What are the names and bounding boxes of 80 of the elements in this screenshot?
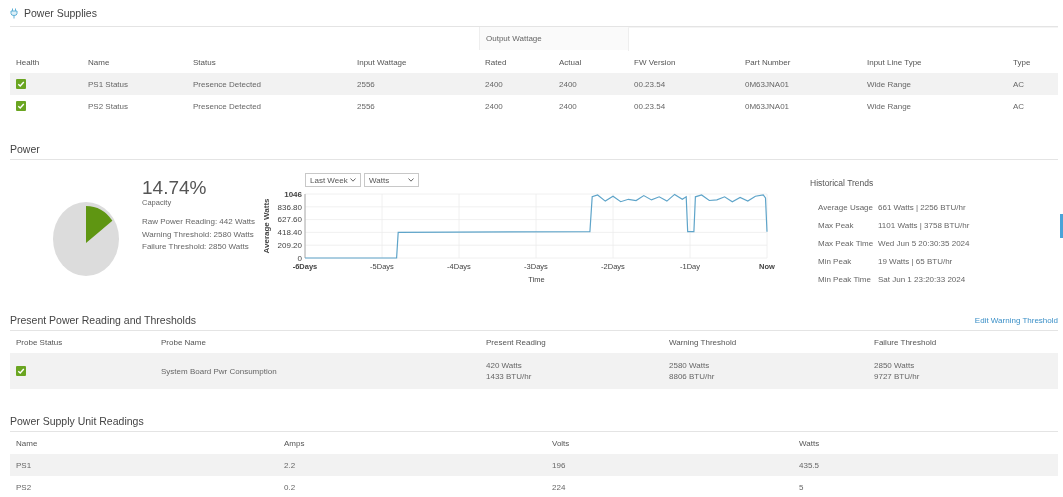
trend-value: 1101 Watts | 3758 BTU/hr [878,220,970,230]
y-tick-label: 627.60 [277,215,302,225]
section-title: Power Supplies [24,7,97,19]
trend-value: Sat Jun 1 23:20:33 2024 [878,274,966,284]
column-header: Name [87,56,111,69]
y-tick-label: 836.80 [277,202,302,212]
section-title: Power Supply Unit Readings [10,415,144,427]
table-cell: PS1 Status [88,78,129,90]
column-header: Probe Status [15,336,64,349]
table-cell-text: 5 [798,481,805,494]
table-cell-text: 224 [551,481,567,494]
side-tab[interactable] [1060,214,1063,238]
table-cell: 2400 [559,78,577,90]
plug-icon [10,7,18,19]
column-header: Failure Threshold [873,336,938,349]
y-tick-label: 0 [297,253,302,263]
table-cell: AC [1013,78,1025,90]
table-cell: AC [1013,100,1025,112]
trend-label: Max Peak [818,220,855,230]
table-cell: 00.23.54 [634,78,666,90]
trend-label: Min Peak [818,256,853,266]
table-cell: 2400 [485,78,503,90]
table-cell: 00.23.54 [634,100,666,112]
range-dropdown[interactable]: Last Week [305,173,361,187]
column-header: Volts [551,437,571,450]
column-header: Input Line Type [866,56,923,69]
table-cell: PS2 Status [88,100,129,112]
column-header: Type [1012,56,1032,69]
trend-label: Min Peak Time [818,274,872,284]
table-cell: 435.5 [793,454,1058,476]
table-cell: 0M63JNA01 [745,78,790,90]
caret-icon [350,178,356,182]
table-cell: Wide Range [867,78,912,90]
column-header: Input Wattage [356,56,408,69]
table-cell: 2400 [485,100,503,112]
table-cell-text: PS2 [15,481,33,494]
column-header: Warning Threshold [668,336,738,349]
column-header: Status [192,56,217,69]
caret-icon [408,178,414,182]
trend-label: Max Peak Time [818,238,875,248]
table-cell: 0M63JNA01 [745,100,790,112]
section-title: Power [10,143,40,155]
capacity-value: 14.74% [142,178,208,198]
trend-label: Average Usage [818,202,874,212]
y-axis-title: Average Watts [262,198,271,254]
trend-value: Wed Jun 5 20:30:35 2024 [878,238,970,248]
table-cell: Presence Detected [193,78,262,90]
column-header: Rated [484,56,508,69]
table-cell: 420 Watts 1433 BTU/hr [486,360,532,382]
table-cell: 2.2 [278,454,546,476]
column-header: Present Reading [485,336,547,349]
column-header: Actual [558,56,583,69]
column-header: Amps [283,437,306,450]
column-header: Watts [798,437,821,450]
y-tick-label: 1046 [284,189,302,199]
y-tick-label: 418.40 [277,228,302,238]
table-cell: PS1 [10,454,278,476]
table-cell: 2850 Watts 9727 BTU/hr [874,360,920,382]
table-cell: Presence Detected [193,100,262,112]
table-cell: 2580 Watts 8806 BTU/hr [669,360,715,382]
column-header: Part Number [744,56,792,69]
trend-value: 661 Watts | 2256 BTU/hr [878,202,966,212]
table-cell: 2400 [559,100,577,112]
table-cell: Wide Range [867,100,912,112]
column-header: Name [15,437,39,450]
unit-dropdown[interactable]: Watts [364,173,419,187]
table-cell-text: 0.2 [283,481,297,494]
table-cell: 2556 [357,100,375,112]
column-header: FW Version [633,56,677,69]
table-cell: System Board Pwr Consumption [161,365,277,377]
section-title: Present Power Reading and Thresholds [10,314,196,326]
trend-value: 19 Watts | 65 BTU/hr [878,256,953,266]
column-header: Probe Name [160,336,207,349]
trends-title: Historical Trends [810,178,875,188]
column-header: Health [15,56,41,69]
column-group-header: Output Wattage [486,34,542,43]
edit-threshold-link[interactable]: Edit Warning Threshold [974,315,1058,325]
table-cell: 196 [546,454,793,476]
y-tick-label: 209.20 [277,241,302,250]
table-cell: 2556 [357,78,375,90]
